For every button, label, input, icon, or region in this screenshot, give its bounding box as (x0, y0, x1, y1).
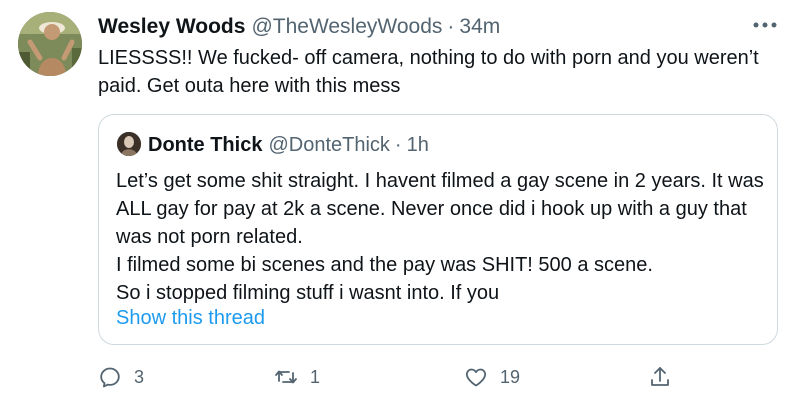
share-button[interactable] (648, 362, 672, 392)
quoted-author-avatar[interactable] (117, 132, 141, 156)
author-name[interactable]: Wesley Woods (98, 13, 245, 41)
like-count: 19 (500, 366, 521, 387)
like-button[interactable]: 19 (464, 362, 520, 392)
tweet-header: Wesley Woods @TheWesleyWoods · 34m (98, 11, 780, 43)
tweet-text: LIESSSS!! We fucked- off camera, nothing… (98, 47, 759, 97)
retweet-icon (275, 370, 297, 384)
retweet-count: 1 (310, 366, 321, 387)
retweet-button[interactable]: 1 (274, 362, 320, 392)
quoted-tweet[interactable]: Donte Thick @DonteThick · 1h Let’s get s… (98, 114, 778, 345)
tweet-timestamp[interactable]: 34m (459, 13, 500, 41)
quoted-author-handle: @DonteThick (268, 133, 390, 156)
tweet[interactable]: Wesley Woods @TheWesleyWoods · 34m LIESS… (0, 0, 800, 406)
more-horizontal-icon (753, 22, 777, 28)
separator-dot: · (394, 133, 402, 156)
quoted-tweet-text: Let’s get some shit straight. I havent f… (116, 167, 766, 307)
reply-count: 3 (134, 366, 145, 387)
heart-icon (465, 368, 487, 387)
quoted-tweet-line: So i stopped filming stuff i wasnt into.… (116, 282, 500, 304)
quoted-tweet-line: I filmed some bi scenes and the pay was … (116, 254, 653, 276)
separator-dot: · (447, 15, 455, 38)
reply-icon (100, 367, 120, 388)
quoted-tweet-line: Let’s get some shit straight. I havent f… (116, 170, 764, 248)
tweet-actions: 3 1 19 (98, 362, 678, 392)
more-options-button[interactable] (748, 12, 782, 38)
share-icon (651, 367, 669, 386)
author-handle[interactable]: @TheWesleyWoods (251, 13, 442, 41)
quoted-tweet-timestamp: 1h (406, 133, 429, 156)
quoted-tweet-header: Donte Thick @DonteThick · 1h (148, 131, 429, 159)
show-thread-link[interactable]: Show this thread (116, 304, 265, 332)
reply-button[interactable]: 3 (98, 362, 144, 392)
quoted-author-name: Donte Thick (148, 133, 263, 156)
author-avatar[interactable] (18, 12, 82, 76)
